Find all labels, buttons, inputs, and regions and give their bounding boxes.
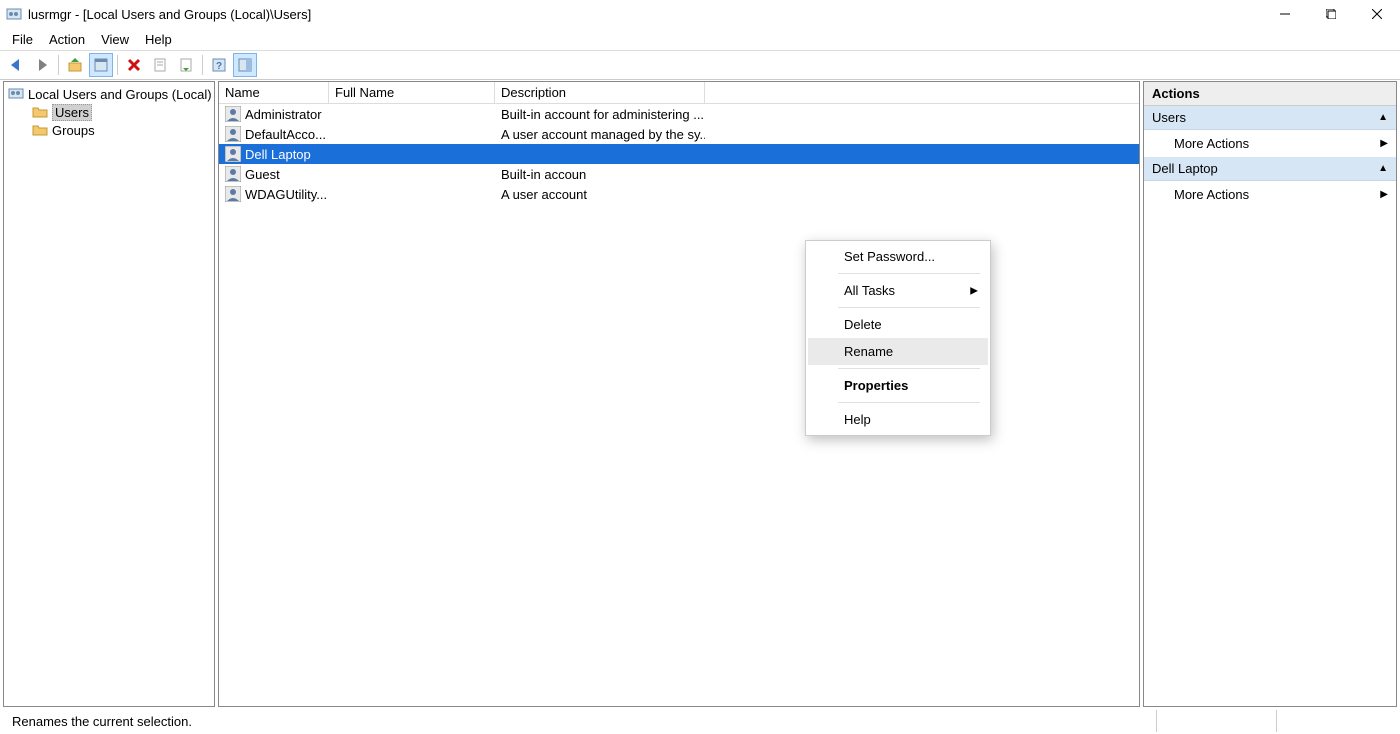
list-row[interactable]: DefaultAcco... A user account managed by … xyxy=(219,124,1139,144)
user-icon xyxy=(225,126,241,142)
cell-description: A user account xyxy=(495,187,705,202)
actions-section-selection[interactable]: Dell Laptop ▲ xyxy=(1144,157,1396,181)
cell-description: A user account managed by the sy... xyxy=(495,127,705,142)
tree-item-groups[interactable]: Groups xyxy=(6,121,212,139)
cell-name: Dell Laptop xyxy=(245,147,311,162)
tree-item-users[interactable]: Users xyxy=(6,103,212,121)
cell-name: DefaultAcco... xyxy=(245,127,326,142)
user-icon xyxy=(225,146,241,162)
toolbar-separator xyxy=(117,55,118,75)
actions-more-selection[interactable]: More Actions ▶ xyxy=(1144,181,1396,208)
list-row[interactable]: Dell Laptop xyxy=(219,144,1139,164)
cell-description: Built-in accoun xyxy=(495,167,705,182)
actions-section-label: Users xyxy=(1152,110,1186,125)
context-all-tasks-label: All Tasks xyxy=(844,283,895,298)
list-pane: Name Full Name Description Administrator… xyxy=(218,81,1140,707)
menu-action[interactable]: Action xyxy=(41,30,93,49)
toolbar-separator xyxy=(58,55,59,75)
maximize-button[interactable] xyxy=(1308,0,1354,28)
context-menu-separator xyxy=(838,307,980,308)
menu-help[interactable]: Help xyxy=(137,30,180,49)
cell-name: Guest xyxy=(245,167,280,182)
cell-name: Administrator xyxy=(245,107,322,122)
context-properties[interactable]: Properties xyxy=(808,372,988,399)
folder-icon xyxy=(32,104,48,120)
titlebar: lusrmgr - [Local Users and Groups (Local… xyxy=(0,0,1400,28)
tree-pane: Local Users and Groups (Local) Users Gro… xyxy=(3,81,215,707)
tree-item-label: Groups xyxy=(52,123,95,138)
user-icon xyxy=(225,186,241,202)
context-menu-separator xyxy=(838,273,980,274)
tree: Local Users and Groups (Local) Users Gro… xyxy=(4,82,214,142)
computer-icon xyxy=(8,86,24,102)
minimize-button[interactable] xyxy=(1262,0,1308,28)
column-name[interactable]: Name xyxy=(219,82,329,103)
list-row[interactable]: WDAGUtility... A user account xyxy=(219,184,1139,204)
toolbar-forward-button[interactable] xyxy=(30,53,54,77)
cell-description: Built-in account for administering ... xyxy=(495,107,705,122)
menu-file[interactable]: File xyxy=(4,30,41,49)
actions-item-label: More Actions xyxy=(1174,136,1249,151)
status-bar: Renames the current selection. xyxy=(0,710,1400,732)
user-icon xyxy=(225,166,241,182)
context-help[interactable]: Help xyxy=(808,406,988,433)
toolbar-export-button[interactable] xyxy=(174,53,198,77)
status-text: Renames the current selection. xyxy=(4,710,200,732)
context-menu-separator xyxy=(838,368,980,369)
list-row[interactable]: Guest Built-in accoun xyxy=(219,164,1139,184)
toolbar-separator xyxy=(202,55,203,75)
tree-root[interactable]: Local Users and Groups (Local) xyxy=(6,85,212,103)
list-body: Administrator Built-in account for admini… xyxy=(219,104,1139,204)
collapse-icon: ▲ xyxy=(1378,112,1388,123)
actions-more-users[interactable]: More Actions ▶ xyxy=(1144,130,1396,157)
context-menu: Set Password... All Tasks ▶ Delete Renam… xyxy=(805,240,991,436)
context-menu-separator xyxy=(838,402,980,403)
toolbar-properties-button[interactable] xyxy=(89,53,113,77)
toolbar-back-button[interactable] xyxy=(4,53,28,77)
actions-item-label: More Actions xyxy=(1174,187,1249,202)
actions-section-label: Dell Laptop xyxy=(1152,161,1218,176)
context-rename[interactable]: Rename xyxy=(808,338,988,365)
toolbar-up-button[interactable] xyxy=(63,53,87,77)
toolbar-help-button[interactable]: ? xyxy=(207,53,231,77)
column-description[interactable]: Description xyxy=(495,82,705,103)
toolbar-showpane-button[interactable] xyxy=(233,53,257,77)
toolbar: ? xyxy=(0,50,1400,80)
chevron-right-icon: ▶ xyxy=(970,285,978,296)
tree-item-label: Users xyxy=(52,104,92,121)
app-icon xyxy=(6,6,22,22)
user-icon xyxy=(225,106,241,122)
cell-name: WDAGUtility... xyxy=(245,187,327,202)
close-button[interactable] xyxy=(1354,0,1400,28)
folder-icon xyxy=(32,122,48,138)
actions-title: Actions xyxy=(1144,82,1396,106)
tree-root-label: Local Users and Groups (Local) xyxy=(28,87,212,102)
collapse-icon: ▲ xyxy=(1378,163,1388,174)
status-segment xyxy=(1156,710,1276,732)
status-segment xyxy=(1276,710,1396,732)
menu-view[interactable]: View xyxy=(93,30,137,49)
svg-text:?: ? xyxy=(216,61,222,72)
list-header: Name Full Name Description xyxy=(219,82,1139,104)
actions-section-users[interactable]: Users ▲ xyxy=(1144,106,1396,130)
toolbar-delete-button[interactable] xyxy=(122,53,146,77)
window-title: lusrmgr - [Local Users and Groups (Local… xyxy=(28,7,1262,22)
toolbar-page-button[interactable] xyxy=(148,53,172,77)
submenu-icon: ▶ xyxy=(1380,138,1388,149)
list-row[interactable]: Administrator Built-in account for admini… xyxy=(219,104,1139,124)
context-delete[interactable]: Delete xyxy=(808,311,988,338)
context-set-password[interactable]: Set Password... xyxy=(808,243,988,270)
submenu-icon: ▶ xyxy=(1380,189,1388,200)
actions-pane: Actions Users ▲ More Actions ▶ Dell Lapt… xyxy=(1143,81,1397,707)
context-all-tasks[interactable]: All Tasks ▶ xyxy=(808,277,988,304)
main-area: Local Users and Groups (Local) Users Gro… xyxy=(0,80,1400,710)
menubar: File Action View Help xyxy=(0,28,1400,50)
column-fullname[interactable]: Full Name xyxy=(329,82,495,103)
